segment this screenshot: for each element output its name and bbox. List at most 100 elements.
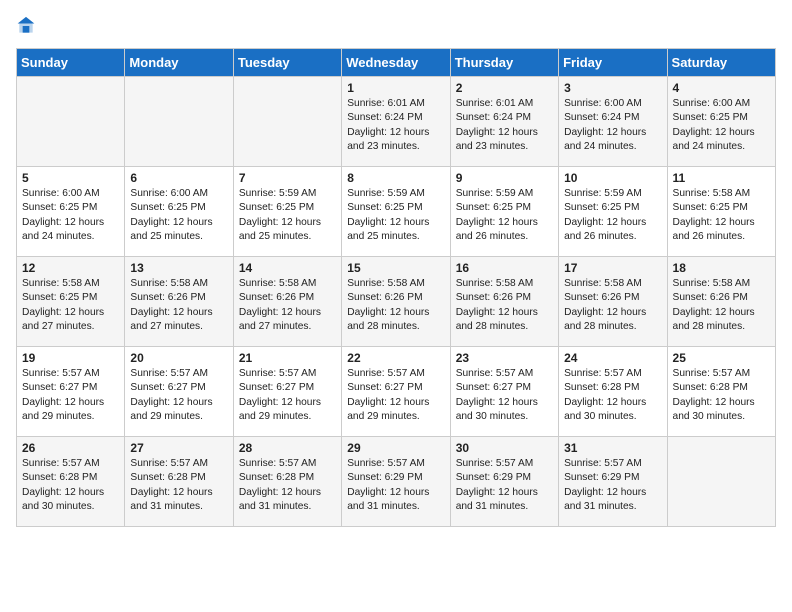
calendar-cell: 2 Sunrise: 6:01 AM Sunset: 6:24 PM Daylig… <box>450 77 558 167</box>
weekday-header-saturday: Saturday <box>667 49 775 77</box>
calendar-cell: 29 Sunrise: 5:57 AM Sunset: 6:29 PM Dayli… <box>342 437 450 527</box>
calendar-cell: 7Sunrise: 5:59 AM Sunset: 6:25 PM Daylig… <box>233 167 341 257</box>
day-number: 26 <box>22 441 119 455</box>
calendar-cell: 27 Sunrise: 5:57 AM Sunset: 6:28 PM Dayli… <box>125 437 233 527</box>
day-info: Sunrise: 5:57 AM Sunset: 6:27 PM Dayligh… <box>22 367 119 424</box>
day-number: 11 <box>673 171 770 185</box>
calendar-cell: 14 Sunrise: 5:58 AM Sunset: 6:26 PM Dayli… <box>233 257 341 347</box>
calendar-header: SundayMondayTuesdayWednesdayThursdayFrid… <box>17 49 776 77</box>
day-info: Sunrise: 5:58 AM Sunset: 6:25 PM Dayligh… <box>673 187 770 244</box>
calendar-cell: 1 Sunrise: 6:01 AM Sunset: 6:24 PM Daylig… <box>342 77 450 167</box>
day-info: Sunrise: 6:00 AM Sunset: 6:25 PM Dayligh… <box>130 187 227 244</box>
day-info: Sunrise: 5:58 AM Sunset: 6:26 PM Dayligh… <box>673 277 770 334</box>
weekday-header-wednesday: Wednesday <box>342 49 450 77</box>
weekday-header-sunday: Sunday <box>17 49 125 77</box>
day-number: 2 <box>456 81 553 95</box>
calendar-cell: 9Sunrise: 5:59 AM Sunset: 6:25 PM Daylig… <box>450 167 558 257</box>
day-info: Sunrise: 5:57 AM Sunset: 6:27 PM Dayligh… <box>239 367 336 424</box>
day-number: 14 <box>239 261 336 275</box>
day-number: 20 <box>130 351 227 365</box>
calendar-cell: 17 Sunrise: 5:58 AM Sunset: 6:26 PM Dayli… <box>559 257 667 347</box>
day-number: 21 <box>239 351 336 365</box>
day-info: Sunrise: 5:57 AM Sunset: 6:28 PM Dayligh… <box>130 457 227 514</box>
calendar-cell: 18 Sunrise: 5:58 AM Sunset: 6:26 PM Dayli… <box>667 257 775 347</box>
calendar-cell: 20 Sunrise: 5:57 AM Sunset: 6:27 PM Dayli… <box>125 347 233 437</box>
day-info: Sunrise: 6:01 AM Sunset: 6:24 PM Dayligh… <box>347 97 444 154</box>
day-number: 30 <box>456 441 553 455</box>
day-number: 8 <box>347 171 444 185</box>
day-number: 27 <box>130 441 227 455</box>
calendar-cell: 28 Sunrise: 5:57 AM Sunset: 6:28 PM Dayli… <box>233 437 341 527</box>
calendar-cell: 19Sunrise: 5:57 AM Sunset: 6:27 PM Dayli… <box>17 347 125 437</box>
day-info: Sunrise: 5:57 AM Sunset: 6:27 PM Dayligh… <box>130 367 227 424</box>
calendar-cell: 25 Sunrise: 5:57 AM Sunset: 6:28 PM Dayli… <box>667 347 775 437</box>
calendar-cell: 4 Sunrise: 6:00 AM Sunset: 6:25 PM Daylig… <box>667 77 775 167</box>
day-info: Sunrise: 5:57 AM Sunset: 6:27 PM Dayligh… <box>347 367 444 424</box>
day-number: 28 <box>239 441 336 455</box>
logo <box>16 16 40 36</box>
calendar-cell: 24 Sunrise: 5:57 AM Sunset: 6:28 PM Dayli… <box>559 347 667 437</box>
day-info: Sunrise: 5:58 AM Sunset: 6:26 PM Dayligh… <box>564 277 661 334</box>
day-number: 15 <box>347 261 444 275</box>
day-info: Sunrise: 5:58 AM Sunset: 6:26 PM Dayligh… <box>239 277 336 334</box>
weekday-header-thursday: Thursday <box>450 49 558 77</box>
day-info: Sunrise: 5:57 AM Sunset: 6:29 PM Dayligh… <box>564 457 661 514</box>
day-info: Sunrise: 5:59 AM Sunset: 6:25 PM Dayligh… <box>564 187 661 244</box>
calendar-week-5: 26 Sunrise: 5:57 AM Sunset: 6:28 PM Dayli… <box>17 437 776 527</box>
day-info: Sunrise: 5:58 AM Sunset: 6:25 PM Dayligh… <box>22 277 119 334</box>
calendar-cell: 13Sunrise: 5:58 AM Sunset: 6:26 PM Dayli… <box>125 257 233 347</box>
day-number: 12 <box>22 261 119 275</box>
calendar-cell: 11 Sunrise: 5:58 AM Sunset: 6:25 PM Dayli… <box>667 167 775 257</box>
day-info: Sunrise: 6:00 AM Sunset: 6:25 PM Dayligh… <box>673 97 770 154</box>
day-number: 24 <box>564 351 661 365</box>
day-number: 9 <box>456 171 553 185</box>
calendar-cell: 15 Sunrise: 5:58 AM Sunset: 6:26 PM Dayli… <box>342 257 450 347</box>
day-number: 1 <box>347 81 444 95</box>
day-number: 23 <box>456 351 553 365</box>
calendar-cell: 3 Sunrise: 6:00 AM Sunset: 6:24 PM Daylig… <box>559 77 667 167</box>
day-info: Sunrise: 5:57 AM Sunset: 6:28 PM Dayligh… <box>22 457 119 514</box>
day-number: 29 <box>347 441 444 455</box>
day-number: 25 <box>673 351 770 365</box>
day-info: Sunrise: 6:00 AM Sunset: 6:24 PM Dayligh… <box>564 97 661 154</box>
day-info: Sunrise: 5:57 AM Sunset: 6:29 PM Dayligh… <box>456 457 553 514</box>
day-number: 3 <box>564 81 661 95</box>
day-number: 6 <box>130 171 227 185</box>
calendar-week-1: 1 Sunrise: 6:01 AM Sunset: 6:24 PM Daylig… <box>17 77 776 167</box>
day-info: Sunrise: 6:00 AM Sunset: 6:25 PM Dayligh… <box>22 187 119 244</box>
day-number: 4 <box>673 81 770 95</box>
day-number: 13 <box>130 261 227 275</box>
calendar-cell: 26 Sunrise: 5:57 AM Sunset: 6:28 PM Dayli… <box>17 437 125 527</box>
calendar-week-4: 19Sunrise: 5:57 AM Sunset: 6:27 PM Dayli… <box>17 347 776 437</box>
calendar-cell: 16Sunrise: 5:58 AM Sunset: 6:26 PM Dayli… <box>450 257 558 347</box>
calendar-cell: 10Sunrise: 5:59 AM Sunset: 6:25 PM Dayli… <box>559 167 667 257</box>
calendar-cell: 8Sunrise: 5:59 AM Sunset: 6:25 PM Daylig… <box>342 167 450 257</box>
weekday-header-friday: Friday <box>559 49 667 77</box>
day-number: 16 <box>456 261 553 275</box>
calendar-cell: 31 Sunrise: 5:57 AM Sunset: 6:29 PM Dayli… <box>559 437 667 527</box>
day-info: Sunrise: 5:57 AM Sunset: 6:27 PM Dayligh… <box>456 367 553 424</box>
calendar-week-3: 12 Sunrise: 5:58 AM Sunset: 6:25 PM Dayli… <box>17 257 776 347</box>
day-number: 17 <box>564 261 661 275</box>
calendar-cell <box>17 77 125 167</box>
day-info: Sunrise: 6:01 AM Sunset: 6:24 PM Dayligh… <box>456 97 553 154</box>
calendar-cell: 5Sunrise: 6:00 AM Sunset: 6:25 PM Daylig… <box>17 167 125 257</box>
calendar-week-2: 5Sunrise: 6:00 AM Sunset: 6:25 PM Daylig… <box>17 167 776 257</box>
day-number: 22 <box>347 351 444 365</box>
day-number: 31 <box>564 441 661 455</box>
calendar-cell: 22 Sunrise: 5:57 AM Sunset: 6:27 PM Dayli… <box>342 347 450 437</box>
weekday-header-tuesday: Tuesday <box>233 49 341 77</box>
day-number: 18 <box>673 261 770 275</box>
day-info: Sunrise: 5:57 AM Sunset: 6:29 PM Dayligh… <box>347 457 444 514</box>
day-number: 7 <box>239 171 336 185</box>
calendar-body: 1 Sunrise: 6:01 AM Sunset: 6:24 PM Daylig… <box>17 77 776 527</box>
calendar-cell <box>125 77 233 167</box>
day-info: Sunrise: 5:57 AM Sunset: 6:28 PM Dayligh… <box>673 367 770 424</box>
logo-icon <box>16 16 36 36</box>
calendar-cell: 6 Sunrise: 6:00 AM Sunset: 6:25 PM Daylig… <box>125 167 233 257</box>
weekday-header-monday: Monday <box>125 49 233 77</box>
calendar-cell: 12 Sunrise: 5:58 AM Sunset: 6:25 PM Dayli… <box>17 257 125 347</box>
day-info: Sunrise: 5:58 AM Sunset: 6:26 PM Dayligh… <box>347 277 444 334</box>
day-info: Sunrise: 5:57 AM Sunset: 6:28 PM Dayligh… <box>239 457 336 514</box>
day-info: Sunrise: 5:57 AM Sunset: 6:28 PM Dayligh… <box>564 367 661 424</box>
